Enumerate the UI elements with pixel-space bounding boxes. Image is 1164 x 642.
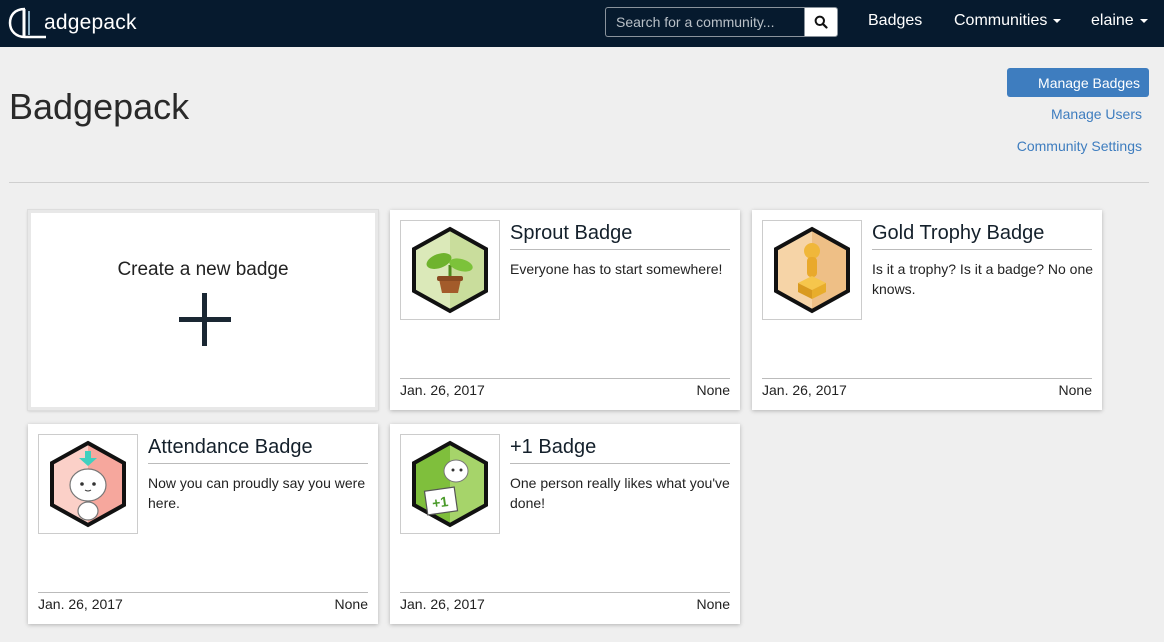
badge-description: One person really likes what you've done…	[510, 475, 730, 511]
badge-footer: Jan. 26, 2017 None	[762, 378, 1092, 398]
manage-badges-button[interactable]: Manage Badges	[1007, 68, 1149, 97]
plus-one-sign-text: +1	[431, 493, 449, 511]
plus-one-icon: +1	[412, 440, 488, 528]
nav-communities-dropdown[interactable]: Communities	[954, 12, 1062, 30]
create-badge-card[interactable]: Create a new badge	[28, 210, 378, 410]
brand-name: adgepack	[44, 11, 137, 34]
badge-image[interactable]: +1	[400, 434, 500, 534]
badge-date: Jan. 26, 2017	[400, 596, 485, 612]
badge-card: +1 +1 Badge One person really likes what…	[390, 424, 740, 624]
badge-title[interactable]: +1 Badge	[510, 436, 730, 464]
nav-badges-link[interactable]: Badges	[868, 12, 922, 30]
search-button[interactable]	[804, 7, 838, 37]
create-badge-label: Create a new badge	[117, 259, 289, 280]
badge-footer: Jan. 26, 2017 None	[38, 592, 368, 612]
page-title: Badgepack	[9, 86, 190, 127]
badge-date: Jan. 26, 2017	[38, 596, 123, 612]
attendance-icon	[50, 440, 126, 528]
header-divider	[9, 182, 1149, 183]
badge-footer: Jan. 26, 2017 None	[400, 378, 730, 398]
search-input[interactable]	[605, 7, 805, 37]
badge-title[interactable]: Sprout Badge	[510, 222, 730, 250]
badge-awarded-count: None	[334, 596, 368, 612]
community-settings-link[interactable]: Community Settings	[1017, 138, 1142, 154]
caret-down-icon	[1139, 18, 1148, 23]
badge-footer: Jan. 26, 2017 None	[400, 592, 730, 612]
caret-down-icon	[1053, 18, 1062, 23]
nav-communities-label: Communities	[954, 12, 1048, 29]
badge-image[interactable]	[38, 434, 138, 534]
user-name: elaine	[1091, 12, 1134, 29]
badge-card: Attendance Badge Now you can proudly say…	[28, 424, 378, 624]
badge-card: Gold Trophy Badge Is it a trophy? Is it …	[752, 210, 1102, 410]
badge-date: Jan. 26, 2017	[762, 382, 847, 398]
search-icon	[814, 15, 828, 29]
badge-image[interactable]	[762, 220, 862, 320]
badgepack-logo-icon	[8, 7, 46, 39]
badge-awarded-count: None	[696, 382, 730, 398]
user-menu-dropdown[interactable]: elaine	[1091, 12, 1148, 30]
trophy-icon	[774, 226, 850, 314]
badge-description: Everyone has to start somewhere!	[510, 261, 723, 277]
badge-description: Now you can proudly say you were here.	[148, 475, 366, 511]
badge-title[interactable]: Gold Trophy Badge	[872, 222, 1092, 250]
badge-awarded-count: None	[1058, 382, 1092, 398]
manage-users-link[interactable]: Manage Users	[1051, 106, 1142, 122]
badge-description: Is it a trophy? Is it a badge? No one kn…	[872, 261, 1094, 297]
navbar: adgepack Badges Communities elaine	[0, 0, 1164, 47]
badge-card: Sprout Badge Everyone has to start somew…	[390, 210, 740, 410]
brand-logo[interactable]: adgepack	[8, 6, 137, 40]
sprout-icon	[412, 226, 488, 314]
badge-date: Jan. 26, 2017	[400, 382, 485, 398]
badge-image[interactable]	[400, 220, 500, 320]
badge-awarded-count: None	[696, 596, 730, 612]
badge-title[interactable]: Attendance Badge	[148, 436, 368, 464]
